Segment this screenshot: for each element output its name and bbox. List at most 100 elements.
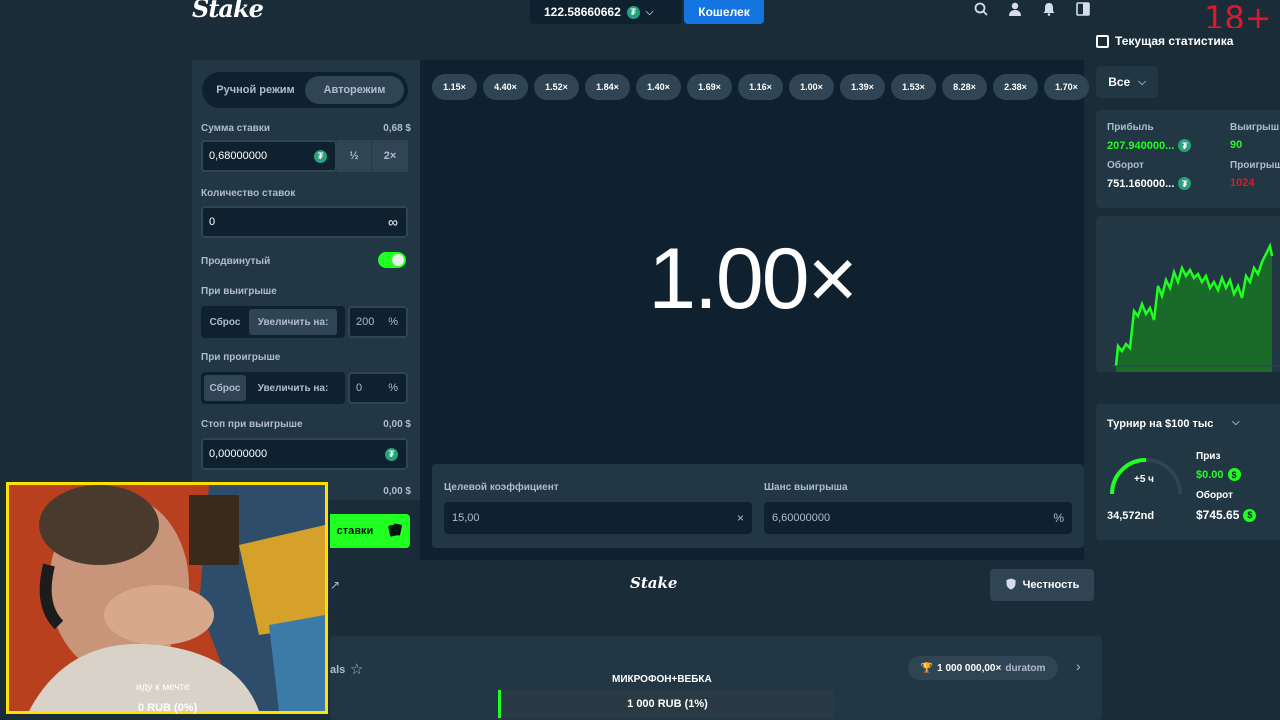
user-icon[interactable] (1006, 0, 1024, 18)
stop-win-input[interactable]: 0,00000000 ₮ (201, 438, 408, 470)
header-icons (972, 0, 1092, 18)
fairness-button[interactable]: Честность (990, 569, 1094, 601)
top-bar: Stake 122.58660662 ₮ ⌵ Кошелек 18+ (0, 0, 1280, 36)
tournament-title[interactable]: Турнир на $100 тыс (1107, 418, 1213, 430)
win-chance-label: Шанс выигрыша (764, 482, 848, 493)
game-footer: ↗ Stake Честность (330, 562, 1100, 608)
shield-icon (1005, 578, 1017, 593)
stats-filter-dropdown[interactable]: Все ⌵ (1096, 66, 1158, 98)
clear-icon[interactable]: × (737, 511, 744, 525)
stats-filter-value: Все (1108, 75, 1131, 89)
bet-panel: Ручной режим Авторежим Сумма ставки 0,68… (192, 60, 420, 500)
on-loss-reset[interactable]: Сброс (204, 375, 246, 401)
advanced-toggle[interactable] (378, 252, 406, 268)
webcam-donation-goal: 0 RUB (0%) (138, 702, 198, 714)
percent-icon: % (388, 316, 398, 328)
stats-header: Текущая статистика (1096, 34, 1233, 48)
current-multiplier: 1.00× (648, 231, 858, 327)
on-win-label-row: При выигрыше (201, 286, 411, 297)
max-win-user: duratom (1005, 662, 1046, 674)
on-win-percent-input[interactable]: 200 % (348, 306, 408, 338)
stream-goal-progress-label: 1 000 RUB (1%) (627, 698, 708, 710)
stop-win-label-row: Стоп при выигрыше 0,00 $ (201, 419, 411, 430)
history-chip[interactable]: 1.84× (585, 74, 630, 100)
max-win-pill[interactable]: 🏆 1 000 000,00× duratom (908, 656, 1058, 680)
dollar-coin-icon: $ (1227, 468, 1241, 481)
profit-chart-svg (1112, 242, 1280, 372)
turnover-row: 751.160000... ₮ (1107, 177, 1192, 190)
history-chip[interactable]: 8.28× (942, 74, 987, 100)
stake-logo[interactable]: Stake (192, 0, 264, 23)
history-chip[interactable]: 2.38× (993, 74, 1038, 100)
percent-icon: % (1053, 511, 1064, 525)
webcam-feed (9, 485, 325, 711)
search-icon[interactable] (972, 0, 990, 18)
stats-title: Текущая статистика (1115, 34, 1234, 48)
win-chance-value: 6,60000000 (772, 512, 831, 524)
win-chance-input[interactable]: 6,60000000 % (764, 502, 1072, 534)
half-button[interactable]: ½ (337, 140, 371, 172)
mode-tabs: Ручной режим Авторежим (202, 72, 408, 108)
history-chip[interactable]: 4.40× (483, 74, 528, 100)
history-chip[interactable]: 1.52× (534, 74, 579, 100)
history-chip[interactable]: 1.53× (891, 74, 936, 100)
history-chip[interactable]: 1.70× (1044, 74, 1089, 100)
bell-icon[interactable] (1040, 0, 1058, 18)
stats-summary: Прибыль 207.940000... ₮ Выигрыш 90 Оборо… (1096, 110, 1280, 208)
game-title-fragment: als (330, 664, 346, 676)
stop-loss-usd: 0,00 $ (383, 486, 411, 497)
history-chip[interactable]: 1.40× (636, 74, 681, 100)
history-chip[interactable]: 1.69× (687, 74, 732, 100)
trophy-icon: 🏆 (920, 662, 934, 674)
losses-label: Проигрыш (1230, 160, 1280, 171)
tab-manual[interactable]: Ручной режим (206, 76, 305, 104)
tournament-turnover-label: Оборот (1196, 490, 1233, 501)
history-chip[interactable]: 1.00× (789, 74, 834, 100)
profit-value: 207.940000... (1107, 139, 1175, 152)
on-loss-increase[interactable]: Увеличить на: (249, 375, 337, 401)
favorite-star-icon[interactable]: ☆ (350, 660, 363, 678)
sidebar-toggle-icon[interactable] (1074, 0, 1092, 18)
bet-count-label-row: Количество ставок (201, 188, 411, 199)
infinity-icon[interactable]: ∞ (388, 214, 398, 230)
expand-icon[interactable]: ↗ (330, 578, 340, 592)
on-loss-percent-input[interactable]: 0 % (348, 372, 408, 404)
target-multiplier-input[interactable]: 15,00 × (444, 502, 752, 534)
bet-amount-input[interactable]: 0,68000000 ₮ (201, 140, 337, 172)
on-win-reset[interactable]: Сброс (204, 309, 246, 335)
on-win-label: При выигрыше (201, 286, 277, 297)
start-autobet-button[interactable]: ставки (330, 514, 410, 548)
advanced-label: Продвинутый (201, 256, 271, 267)
stop-win-value: 0,00000000 (209, 448, 268, 460)
bet-count-value: 0 (209, 216, 216, 228)
history-chip[interactable]: 1.16× (738, 74, 783, 100)
multiplier-history: 1.15× 4.40× 1.52× 1.84× 1.40× 1.69× 1.16× 1.00×… (432, 74, 1089, 100)
chevron-down-icon: ⌵ (1138, 76, 1146, 88)
history-chip[interactable]: 1.15× (432, 74, 477, 100)
tournament-prize-label: Приз (1196, 451, 1221, 462)
on-loss-segment: Сброс Увеличить на: (201, 372, 345, 404)
tournament-timer-ring (1110, 458, 1182, 495)
chevron-down-icon[interactable]: ⌵ (1232, 417, 1240, 428)
tournament-rank: 34,572nd (1107, 510, 1155, 522)
bet-count-input[interactable]: 0 ∞ (201, 206, 408, 238)
tether-icon: ₮ (314, 149, 327, 163)
balance-value: 122.58660662 (544, 5, 621, 19)
history-chip[interactable]: 1.39× (840, 74, 885, 100)
webcam-overlay (6, 482, 328, 714)
tournament-timer: +5 ч (1134, 474, 1154, 485)
chevron-right-icon[interactable]: › (1076, 658, 1081, 674)
on-loss-label-row: При проигрыше (201, 352, 411, 363)
wallet-button[interactable]: Кошелек (684, 0, 764, 24)
live-stats-panel: Текущая статистика Все ⌵ Прибыль 207.940… (1090, 28, 1280, 540)
tab-auto[interactable]: Авторежим (305, 76, 404, 104)
on-win-increase[interactable]: Увеличить на: (249, 309, 337, 335)
bet-count-label: Количество ставок (201, 188, 296, 199)
on-win-segment: Сброс Увеличить на: (201, 306, 345, 338)
double-button[interactable]: 2× (372, 140, 408, 172)
balance-selector[interactable]: 122.58660662 ₮ ⌵ (530, 0, 682, 24)
bet-amount-usd: 0,68 $ (383, 123, 411, 134)
stats-icon (1096, 34, 1109, 48)
footer-stake-logo: Stake (630, 574, 678, 592)
bet-amount-value: 0,68000000 (209, 150, 268, 162)
